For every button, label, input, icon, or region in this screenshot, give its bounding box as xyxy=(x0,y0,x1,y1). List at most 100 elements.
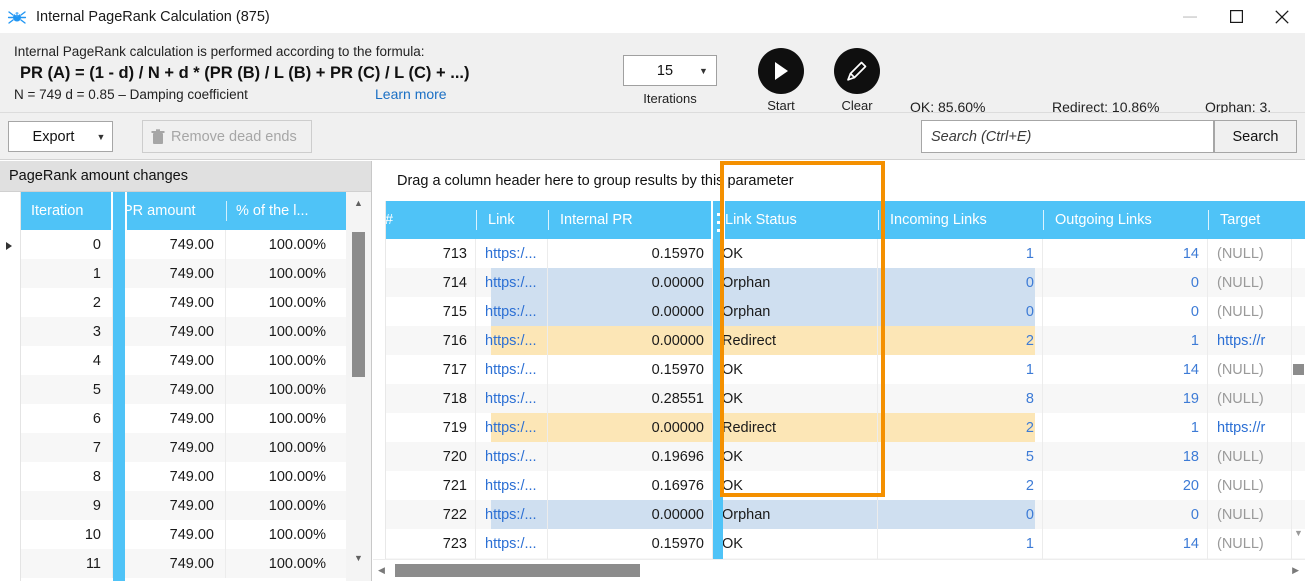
hscroll-thumb[interactable] xyxy=(395,564,640,577)
cell-iteration: 3 xyxy=(21,317,113,346)
column-drag-indicator[interactable] xyxy=(113,192,125,581)
table-row[interactable]: 716 https:/... 0.00000 Redirect 2 1 https://r xyxy=(373,326,1305,355)
scroll-up-icon[interactable]: ▲ xyxy=(346,192,371,214)
hscroll-right-icon[interactable]: ▶ xyxy=(1292,565,1299,576)
cell-iteration: 8 xyxy=(21,462,113,491)
table-row[interactable]: 6 749.00 100.00% xyxy=(21,404,346,433)
grid-column-drag-indicator[interactable] xyxy=(713,201,723,581)
chevron-down-icon: ▼ xyxy=(699,65,708,76)
table-row[interactable]: 722 https:/... 0.00000 Orphan 0 0 (NULL) xyxy=(373,500,1305,529)
table-row[interactable]: 5 749.00 100.00% xyxy=(21,375,346,404)
table-row[interactable]: 0 749.00 100.00% xyxy=(21,230,346,259)
learn-more-link[interactable]: Learn more xyxy=(375,85,447,104)
iterations-control: 15 ▼ Iterations xyxy=(623,55,717,106)
export-label: Export xyxy=(32,128,75,145)
clear-button[interactable]: Clear xyxy=(824,48,890,113)
grid-scroll-down-icon[interactable]: ▼ xyxy=(1294,528,1303,538)
pagerank-changes-table: Iteration PR amount % of the l... 0 749.0… xyxy=(21,192,346,578)
cell-outgoing-links: 14 xyxy=(1043,355,1208,384)
table-row[interactable]: 2 749.00 100.00% xyxy=(21,288,346,317)
column-header-outgoing-links[interactable]: Outgoing Links xyxy=(1043,201,1208,239)
grid-horizontal-scrollbar[interactable]: ◀ ▶ xyxy=(373,559,1305,581)
group-by-dropzone[interactable]: Drag a column header here to group resul… xyxy=(373,161,1305,201)
search-input[interactable] xyxy=(931,121,1213,152)
grid-column-drag-handle[interactable] xyxy=(711,201,725,239)
cell-outgoing-links: 14 xyxy=(1043,529,1208,558)
cell-incoming-links: 0 xyxy=(878,268,1043,297)
table-row[interactable]: 713 https:/... 0.15970 OK 1 14 (NULL) xyxy=(373,239,1305,268)
grid-scroll-thumb[interactable] xyxy=(1293,364,1304,375)
cell-internal-pr: 0.00000 xyxy=(548,297,713,326)
table-row[interactable]: 723 https:/... 0.15970 OK 1 14 (NULL) xyxy=(373,529,1305,558)
cell-incoming-links: 1 xyxy=(878,239,1043,268)
column-drag-handle[interactable] xyxy=(111,192,127,230)
cell-number: 715 xyxy=(373,297,476,326)
cell-number: 713 xyxy=(373,239,476,268)
clear-button-disc xyxy=(834,48,880,94)
cell-percent: 100.00% xyxy=(268,526,326,543)
play-icon xyxy=(775,62,788,80)
start-button-disc xyxy=(758,48,804,94)
cell-target: (NULL) xyxy=(1208,268,1292,297)
cell-internal-pr: 0.15970 xyxy=(548,355,713,384)
results-grid-panel: Drag a column header here to group resul… xyxy=(373,161,1305,581)
cell-percent: 100.00% xyxy=(268,352,326,369)
table-row[interactable]: 714 https:/... 0.00000 Orphan 0 0 (NULL) xyxy=(373,268,1305,297)
cell-target: https://r xyxy=(1208,326,1292,355)
cell-pr-amount: 749.00 xyxy=(113,404,226,433)
search-field-wrapper[interactable] xyxy=(921,120,1214,153)
iterations-dropdown[interactable]: 15 ▼ xyxy=(623,55,717,86)
column-header-link-status[interactable]: Link Status xyxy=(713,201,878,239)
table-row[interactable]: 719 https:/... 0.00000 Redirect 2 1 https://r xyxy=(373,413,1305,442)
cell-link-status: OK xyxy=(713,471,878,500)
minimize-button[interactable] xyxy=(1167,0,1213,33)
column-header-pr-amount[interactable]: PR amount xyxy=(113,192,226,230)
table-row[interactable]: 721 https:/... 0.16976 OK 2 20 (NULL) xyxy=(373,471,1305,500)
grid-vertical-scrollbar[interactable]: ▼ xyxy=(1292,201,1305,546)
cell-internal-pr: 0.00000 xyxy=(548,413,713,442)
table-row[interactable]: 7 749.00 100.00% xyxy=(21,433,346,462)
search-button[interactable]: Search xyxy=(1214,120,1297,153)
column-header-iteration[interactable]: Iteration xyxy=(21,192,113,230)
hscroll-left-icon[interactable]: ◀ xyxy=(378,565,385,576)
start-button[interactable]: Start xyxy=(748,48,814,113)
table-row[interactable]: 3 749.00 100.00% xyxy=(21,317,346,346)
cell-number: 717 xyxy=(373,355,476,384)
table-row[interactable]: 715 https:/... 0.00000 Orphan 0 0 (NULL) xyxy=(373,297,1305,326)
scroll-down-icon[interactable]: ▼ xyxy=(346,547,371,569)
column-header-internal-pr[interactable]: Internal PR xyxy=(548,201,713,239)
table-row[interactable]: 718 https:/... 0.28551 OK 8 19 (NULL) xyxy=(373,384,1305,413)
scroll-thumb[interactable] xyxy=(352,232,365,377)
close-button[interactable] xyxy=(1259,0,1305,33)
table-row[interactable]: 4 749.00 100.00% xyxy=(21,346,346,375)
cell-number: 716 xyxy=(373,326,476,355)
cell-internal-pr: 0.00000 xyxy=(548,268,713,297)
cell-link: https:/... xyxy=(476,500,548,529)
column-header-link[interactable]: Link xyxy=(476,201,548,239)
column-header-target[interactable]: Target xyxy=(1208,201,1292,239)
cell-iteration: 4 xyxy=(21,346,113,375)
cell-internal-pr: 0.15970 xyxy=(548,529,713,558)
cell-pr-amount: 749.00 xyxy=(113,375,226,404)
left-panel-vertical-scrollbar[interactable]: ▲ ▼ xyxy=(346,192,371,581)
cell-internal-pr: 0.19696 xyxy=(548,442,713,471)
cell-incoming-links: 1 xyxy=(878,529,1043,558)
table-row[interactable]: 1 749.00 100.00% xyxy=(21,259,346,288)
maximize-button[interactable] xyxy=(1213,0,1259,33)
pagerank-changes-rows: 0 749.00 100.00% 1 749.00 100.00% 2 749.00 100.0… xyxy=(21,230,346,578)
cell-outgoing-links: 20 xyxy=(1043,471,1208,500)
cell-iteration: 5 xyxy=(21,375,113,404)
table-row[interactable]: 8 749.00 100.00% xyxy=(21,462,346,491)
column-header-percent[interactable]: % of the l... xyxy=(226,192,337,230)
cell-target: (NULL) xyxy=(1208,355,1292,384)
cell-link-status: OK xyxy=(713,384,878,413)
column-header-incoming-links[interactable]: Incoming Links xyxy=(878,201,1043,239)
export-button[interactable]: Export ▼ xyxy=(8,121,113,152)
formula-block: Internal PageRank calculation is perform… xyxy=(14,43,469,104)
column-header-number[interactable]: # xyxy=(373,201,476,239)
table-row[interactable]: 717 https:/... 0.15970 OK 1 14 (NULL) xyxy=(373,355,1305,384)
table-row[interactable]: 10 749.00 100.00% xyxy=(21,520,346,549)
table-row[interactable]: 11 749.00 100.00% xyxy=(21,549,346,578)
table-row[interactable]: 720 https:/... 0.19696 OK 5 18 (NULL) xyxy=(373,442,1305,471)
table-row[interactable]: 9 749.00 100.00% xyxy=(21,491,346,520)
